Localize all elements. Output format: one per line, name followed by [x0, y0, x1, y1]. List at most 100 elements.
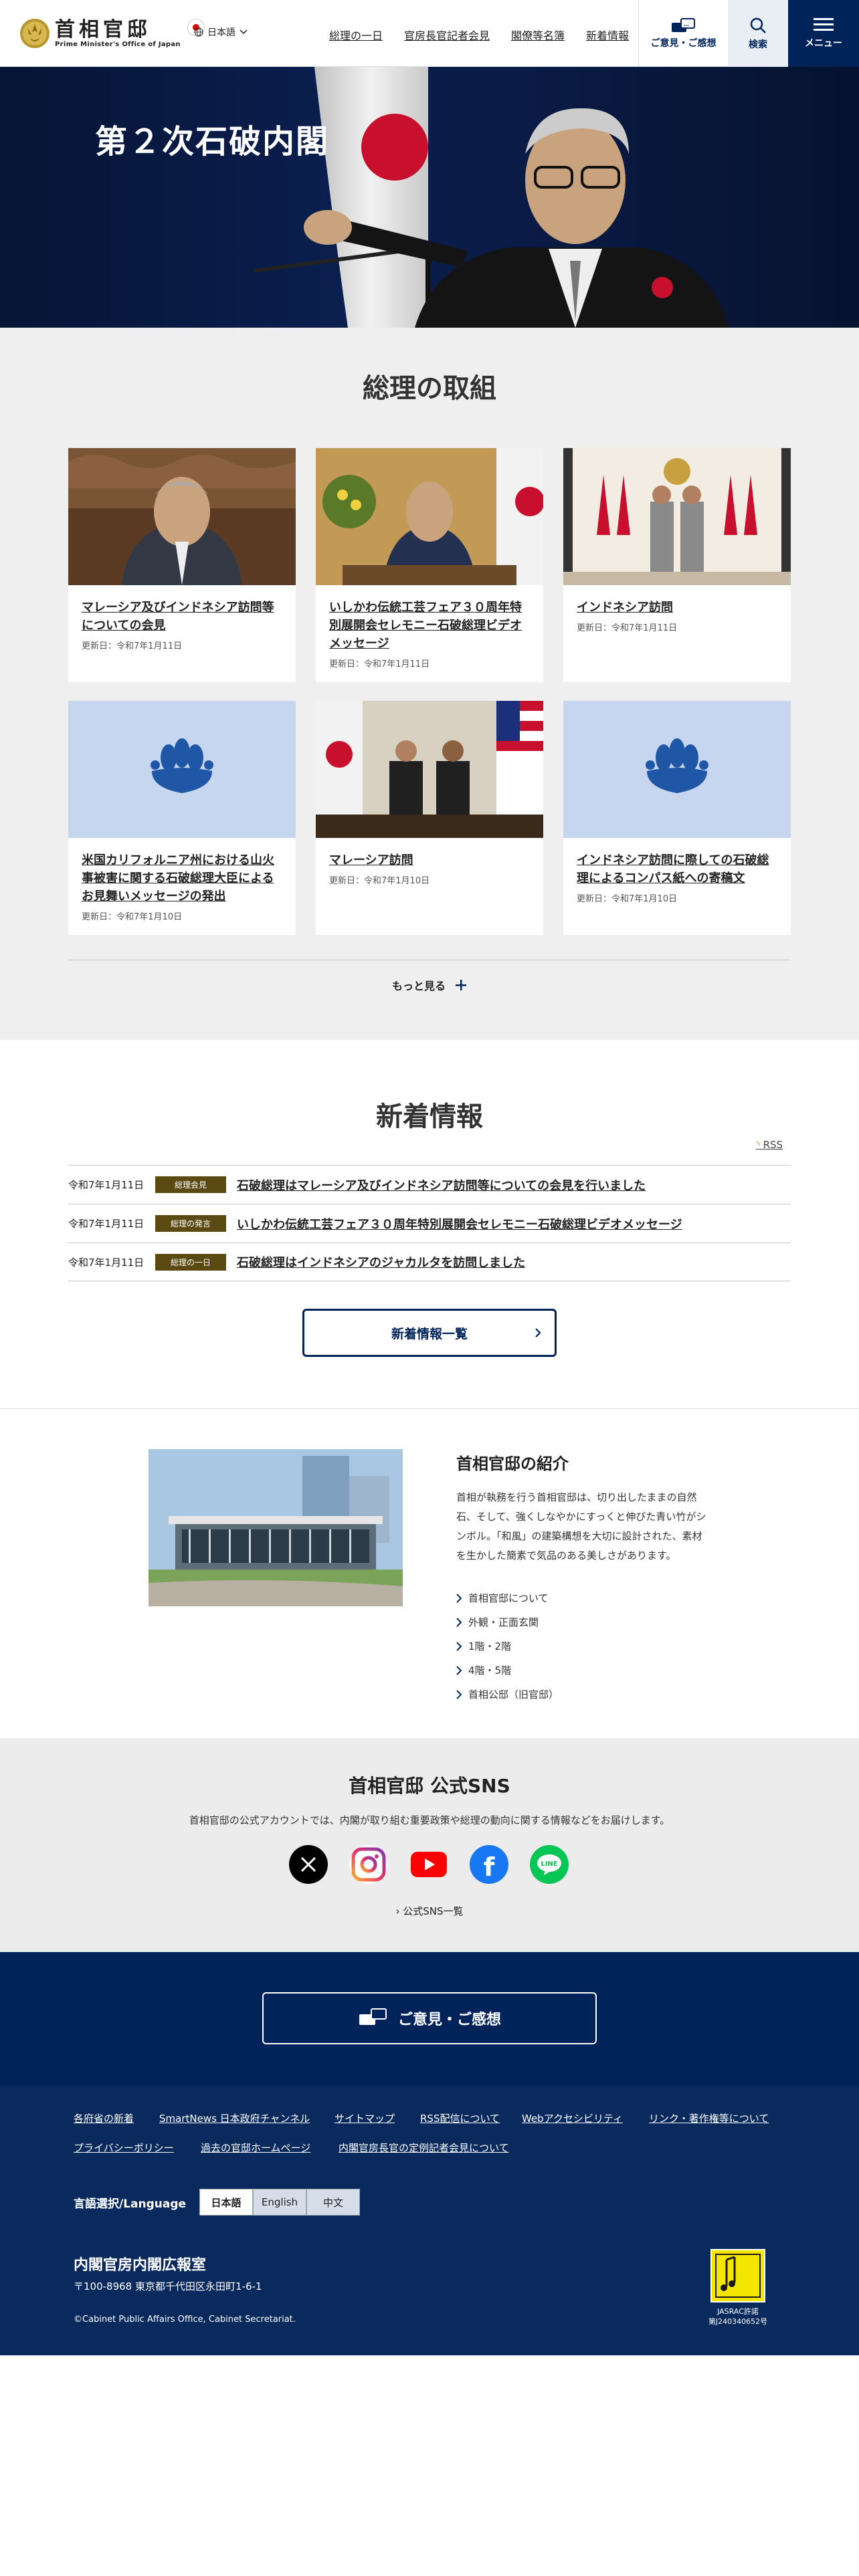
youtube-icon[interactable]: [409, 1845, 448, 1884]
card-photo: [563, 448, 791, 585]
kantei-link[interactable]: 首相公邸（旧官邸）: [456, 1687, 559, 1701]
global-nav: 総理の一日 官房長官記者会見 閣僚等名簿 新着情報: [329, 27, 629, 43]
nav-cabinet-list[interactable]: 閣僚等名簿: [511, 27, 565, 43]
card-photo: [68, 448, 296, 585]
news-badge: 総理会見: [155, 1176, 226, 1193]
jasrac-logo: [710, 2249, 765, 2302]
kantei-link[interactable]: 外観・正面玄関: [456, 1615, 539, 1629]
lang-option-en[interactable]: English: [253, 2189, 306, 2216]
site-footer: 各府省の新着 SmartNews 日本政府チャンネル サイトマップ RSS配信に…: [0, 2086, 859, 2355]
rss-link[interactable]: ◝ RSS: [756, 1139, 783, 1151]
speech-bubble-icon: [359, 2008, 387, 2025]
nav-press-conference[interactable]: 官房長官記者会見: [404, 27, 490, 43]
footer-link[interactable]: RSS配信について: [420, 2111, 500, 2125]
kantei-link[interactable]: 首相官邸について: [456, 1591, 549, 1605]
kantei-link[interactable]: 1階・2階: [456, 1639, 511, 1653]
news-title[interactable]: いしかわ伝統工芸フェア３０周年特別展開会セレモニー石破総理ビデオメッセージ: [237, 1215, 682, 1232]
kantei-link-label: 首相官邸について: [468, 1592, 549, 1604]
opinion-banner: ご意見・ご感想: [0, 1952, 859, 2086]
nav-news[interactable]: 新着情報: [586, 27, 629, 43]
card-title[interactable]: いしかわ伝統工芸フェア３０周年特別展開会セレモニー石破総理ビデオメッセージ: [329, 599, 530, 653]
card-date: 更新日：令和7年1月11日: [577, 623, 678, 633]
card-title[interactable]: インドネシア訪問に際しての石破総理によるコンパス紙への寄稿文: [577, 851, 777, 887]
line-icon-label: LINE: [541, 1860, 557, 1868]
org-name: 内閣官房内閣広報室: [74, 2257, 207, 2274]
all-news-button[interactable]: 新着情報一覧: [302, 1309, 557, 1357]
language-label: 日本語: [207, 27, 235, 38]
sns-heading: 首相官邸 公式SNS: [349, 1775, 510, 1797]
chevron-right-icon: ›: [395, 1905, 400, 1917]
card-title[interactable]: 米国カリフォルニア州における山火事被害に関する石破総理大臣によるお見舞いメッセー…: [82, 851, 282, 905]
activities-heading: 総理の取組: [363, 373, 496, 404]
menu-button[interactable]: メニュー: [788, 0, 859, 67]
news-date: 令和7年1月11日: [68, 1256, 145, 1269]
footer-link[interactable]: 過去の官邸ホームページ: [201, 2141, 310, 2155]
kantei-link[interactable]: 4階・5階: [456, 1663, 511, 1677]
search-icon: [750, 17, 766, 33]
activity-card[interactable]: いしかわ伝統工芸フェア３０周年特別展開会セレモニー石破総理ビデオメッセージ 更新…: [316, 448, 543, 682]
activity-card[interactable]: インドネシア訪問に際しての石破総理によるコンパス紙への寄稿文 更新日：令和7年1…: [563, 701, 791, 935]
footer-link[interactable]: 内閣官房長官の定例記者会見について: [339, 2141, 509, 2155]
language-selector[interactable]: 日本語: [194, 25, 248, 39]
jasrac-number: JASRAC許諾 第J240340652号: [708, 2307, 768, 2326]
kantei-photo: [149, 1449, 403, 1606]
activity-card[interactable]: マレーシア訪問 更新日：令和7年1月10日: [316, 701, 543, 935]
news-section: 新着情報 ◝ RSS 令和7年1月11日 総理会見 石破総理はマレーシア及びイン…: [0, 1040, 859, 1409]
card-date: 更新日：令和7年1月10日: [329, 876, 430, 886]
paulownia-crest-icon: [151, 738, 213, 793]
footer-link[interactable]: 各府省の新着: [74, 2111, 134, 2125]
news-title[interactable]: 石破総理はインドネシアのジャカルタを訪問しました: [237, 1253, 525, 1271]
search-button[interactable]: 検索: [728, 0, 788, 67]
kantei-link-label: 首相公邸（旧官邸）: [468, 1689, 559, 1701]
activity-card[interactable]: マレーシア及びインドネシア訪問等についての会見 更新日：令和7年1月11日: [68, 448, 296, 682]
footer-link[interactable]: Webアクセシビリティ: [522, 2111, 623, 2125]
news-item[interactable]: 令和7年1月11日 総理の一日 石破総理はインドネシアのジャカルタを訪問しました: [68, 1243, 791, 1281]
kantei-heading: 首相官邸の紹介: [456, 1455, 569, 1473]
footer-link[interactable]: サイトマップ: [335, 2111, 395, 2125]
card-title[interactable]: マレーシア及びインドネシア訪問等についての会見: [82, 599, 282, 635]
chevron-right-icon: [456, 1665, 462, 1675]
site-logo[interactable]: 首相官邸 Prime Minister's Office of Japan: [19, 17, 205, 49]
news-title[interactable]: 石破総理はマレーシア及びインドネシア訪問等についての会見を行いました: [237, 1176, 646, 1194]
lang-option-ja[interactable]: 日本語: [199, 2189, 253, 2216]
activities-section: 総理の取組 マレーシア及びインドネシア訪問等についての会見 更新日：令和7年1月…: [0, 328, 859, 1040]
card-date: 更新日：令和7年1月11日: [82, 641, 183, 651]
news-date: 令和7年1月11日: [68, 1218, 145, 1230]
x-icon[interactable]: [289, 1845, 328, 1884]
hamburger-icon: [814, 18, 834, 31]
hero-banner: 第２次石破内閣: [0, 67, 859, 328]
logo-title: 首相官邸: [55, 17, 151, 41]
activity-card[interactable]: 米国カリフォルニア州における山火事被害に関する石破総理大臣によるお見舞いメッセー…: [68, 701, 296, 935]
search-label: 検索: [749, 39, 767, 50]
paulownia-crest-icon: [646, 738, 708, 793]
rss-icon: ◝: [756, 1139, 760, 1151]
plus-icon: [456, 980, 466, 990]
opinion-button[interactable]: … ご意見・ご感想: [638, 0, 728, 67]
chevron-right-icon: [456, 1641, 462, 1651]
logo-subtitle: Prime Minister's Office of Japan: [55, 40, 181, 48]
card-photo: [316, 448, 543, 585]
lang-option-zh[interactable]: 中文: [306, 2189, 360, 2216]
card-title[interactable]: マレーシア訪問: [329, 851, 530, 869]
line-icon[interactable]: LINE: [530, 1845, 569, 1884]
speech-bubble-icon: …: [671, 18, 695, 32]
news-date: 令和7年1月11日: [68, 1179, 145, 1191]
instagram-icon[interactable]: [349, 1845, 388, 1884]
nav-pm-day[interactable]: 総理の一日: [329, 27, 383, 43]
chevron-right-icon: [456, 1593, 462, 1603]
opinion-banner-button[interactable]: ご意見・ご感想: [262, 1992, 597, 2044]
card-date: 更新日：令和7年1月10日: [577, 894, 678, 904]
footer-link[interactable]: SmartNews 日本政府チャンネル: [159, 2111, 310, 2125]
news-item[interactable]: 令和7年1月11日 総理の発言 いしかわ伝統工芸フェア３０周年特別展開会セレモニ…: [68, 1204, 791, 1243]
facebook-icon[interactable]: f: [470, 1845, 508, 1884]
footer-link[interactable]: リンク・著作権等について: [649, 2111, 769, 2125]
more-label: もっと見る: [391, 980, 446, 992]
activity-card[interactable]: インドネシア訪問 更新日：令和7年1月11日: [563, 448, 791, 682]
footer-link[interactable]: プライバシーポリシー: [74, 2141, 174, 2155]
news-item[interactable]: 令和7年1月11日 総理会見 石破総理はマレーシア及びインドネシア訪問等について…: [68, 1165, 791, 1204]
more-button[interactable]: もっと見る: [68, 960, 791, 1010]
card-title[interactable]: インドネシア訪問: [577, 599, 777, 617]
sns-list-link[interactable]: › 公式SNS一覧: [0, 1904, 859, 1918]
card-photo: [68, 701, 296, 838]
globe-icon: [194, 27, 203, 37]
